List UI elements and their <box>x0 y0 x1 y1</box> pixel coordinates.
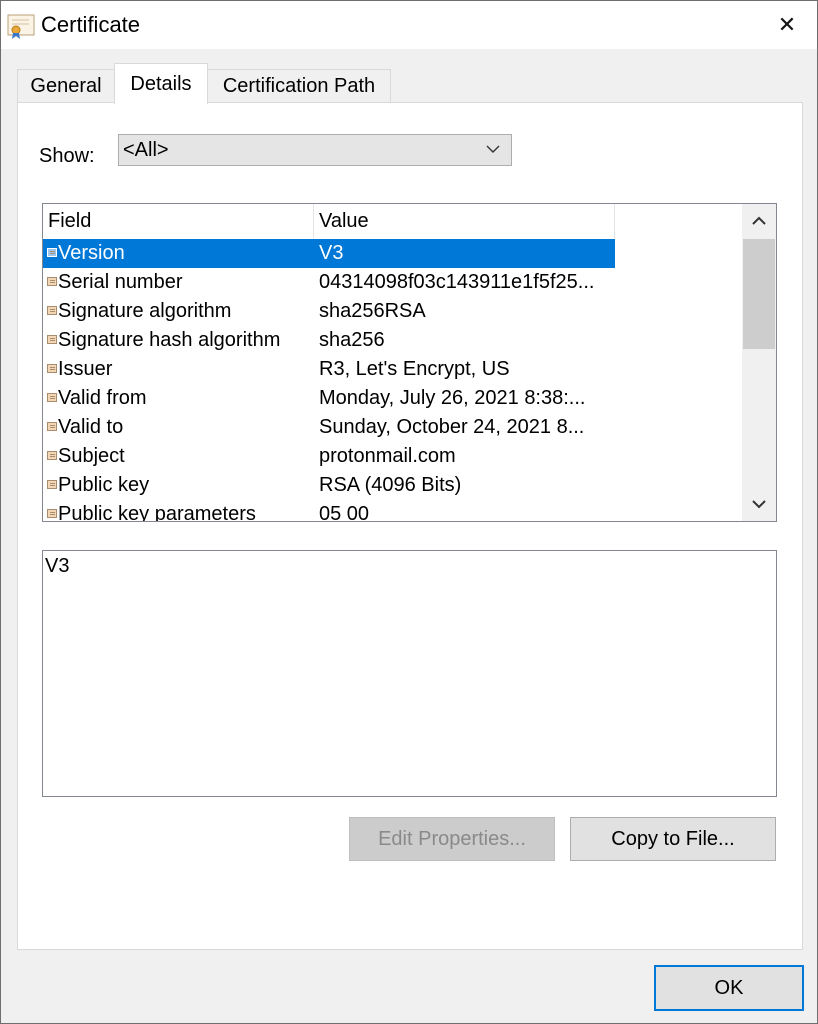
field-icon <box>47 306 57 315</box>
title-bar: Certificate ✕ <box>1 1 817 49</box>
field-value: R3, Let's Encrypt, US <box>319 358 510 380</box>
field-value: 04314098f03c143911e1f5f25... <box>319 271 595 293</box>
scroll-down-button[interactable] <box>742 487 776 521</box>
field-cell: Version <box>43 239 314 268</box>
field-value: RSA (4096 Bits) <box>319 474 462 496</box>
field-value: Sunday, October 24, 2021 8... <box>319 416 585 438</box>
field-cell: Public key <box>43 471 314 500</box>
field-detail-textbox[interactable]: V3 <box>42 550 777 797</box>
field-cell: Valid to <box>43 413 314 442</box>
list-row[interactable]: Subject protonmail.com <box>43 442 615 471</box>
tab-general[interactable]: General <box>17 69 115 103</box>
field-cell: Valid from <box>43 384 314 413</box>
field-name: Signature algorithm <box>58 300 232 322</box>
field-icon <box>47 451 57 460</box>
field-name: Public key parameters <box>58 503 256 522</box>
chevron-down-icon <box>752 500 766 509</box>
chevron-down-icon <box>486 145 500 153</box>
field-icon <box>47 277 57 286</box>
field-name: Version <box>58 242 125 264</box>
field-icon <box>47 335 57 344</box>
certificate-icon <box>7 14 35 39</box>
field-icon <box>47 509 57 518</box>
list-row[interactable]: Version V3 <box>43 239 615 268</box>
field-name: Public key <box>58 474 150 496</box>
list-scrollbar[interactable] <box>742 204 776 521</box>
field-cell: Signature hash algorithm <box>43 326 314 355</box>
show-label: Show: <box>39 145 95 167</box>
show-dropdown[interactable]: <All> <box>118 134 512 166</box>
window-title: Certificate <box>41 12 141 37</box>
show-dropdown-value: <All> <box>123 139 169 161</box>
field-icon <box>47 364 57 373</box>
field-icon <box>47 480 57 489</box>
list-row[interactable]: Valid to Sunday, October 24, 2021 8... <box>43 413 615 442</box>
tab-certification-path[interactable]: Certification Path <box>207 69 391 103</box>
details-panel: Show: <All> Field Value Version V3 Serial … <box>17 102 803 950</box>
field-cell: Subject <box>43 442 314 471</box>
tab-details[interactable]: Details <box>114 63 208 104</box>
field-icon <box>47 422 57 431</box>
scroll-thumb[interactable] <box>743 239 775 349</box>
field-name: Issuer <box>58 358 113 380</box>
list-header: Field Value <box>43 204 615 238</box>
scroll-up-button[interactable] <box>742 204 776 238</box>
field-name: Subject <box>58 445 125 467</box>
field-value: V3 <box>319 242 344 264</box>
list-row[interactable]: Valid from Monday, July 26, 2021 8:38:... <box>43 384 615 413</box>
field-name: Valid from <box>58 387 147 409</box>
field-icon <box>47 393 57 402</box>
fields-list[interactable]: Field Value Version V3 Serial number 043140… <box>42 203 777 522</box>
field-value: 05 00 <box>319 503 370 522</box>
chevron-up-icon <box>752 216 766 225</box>
close-icon: ✕ <box>777 12 797 37</box>
edit-properties-button[interactable]: Edit Properties... <box>349 817 555 861</box>
list-row[interactable]: Public key RSA (4096 Bits) <box>43 471 615 500</box>
field-cell: Serial number <box>43 268 314 297</box>
field-icon <box>47 248 57 257</box>
column-header-field[interactable]: Field <box>43 204 314 238</box>
copy-to-file-button[interactable]: Copy to File... <box>570 817 776 861</box>
field-value: sha256 <box>319 329 385 351</box>
field-cell: Signature algorithm <box>43 297 314 326</box>
close-button[interactable]: ✕ <box>757 1 817 49</box>
column-header-value[interactable]: Value <box>314 204 615 238</box>
list-row[interactable]: Signature hash algorithm sha256 <box>43 326 615 355</box>
list-row[interactable]: Serial number 04314098f03c143911e1f5f25..… <box>43 268 615 297</box>
ok-button[interactable]: OK <box>654 965 804 1011</box>
field-value: Monday, July 26, 2021 8:38:... <box>319 387 586 409</box>
list-row[interactable]: Signature algorithm sha256RSA <box>43 297 615 326</box>
list-row[interactable]: Issuer R3, Let's Encrypt, US <box>43 355 615 384</box>
field-cell: Issuer <box>43 355 314 384</box>
field-detail-text: V3 <box>45 555 70 577</box>
certificate-window: Certificate ✕ General Details Certificat… <box>0 0 818 1024</box>
list-row[interactable]: Public key parameters 05 00 <box>43 500 615 522</box>
field-name: Valid to <box>58 416 124 438</box>
field-value: protonmail.com <box>319 445 456 467</box>
field-name: Signature hash algorithm <box>58 329 281 351</box>
field-cell: Public key parameters <box>43 500 314 522</box>
field-name: Serial number <box>58 271 183 293</box>
field-value: sha256RSA <box>319 300 426 322</box>
